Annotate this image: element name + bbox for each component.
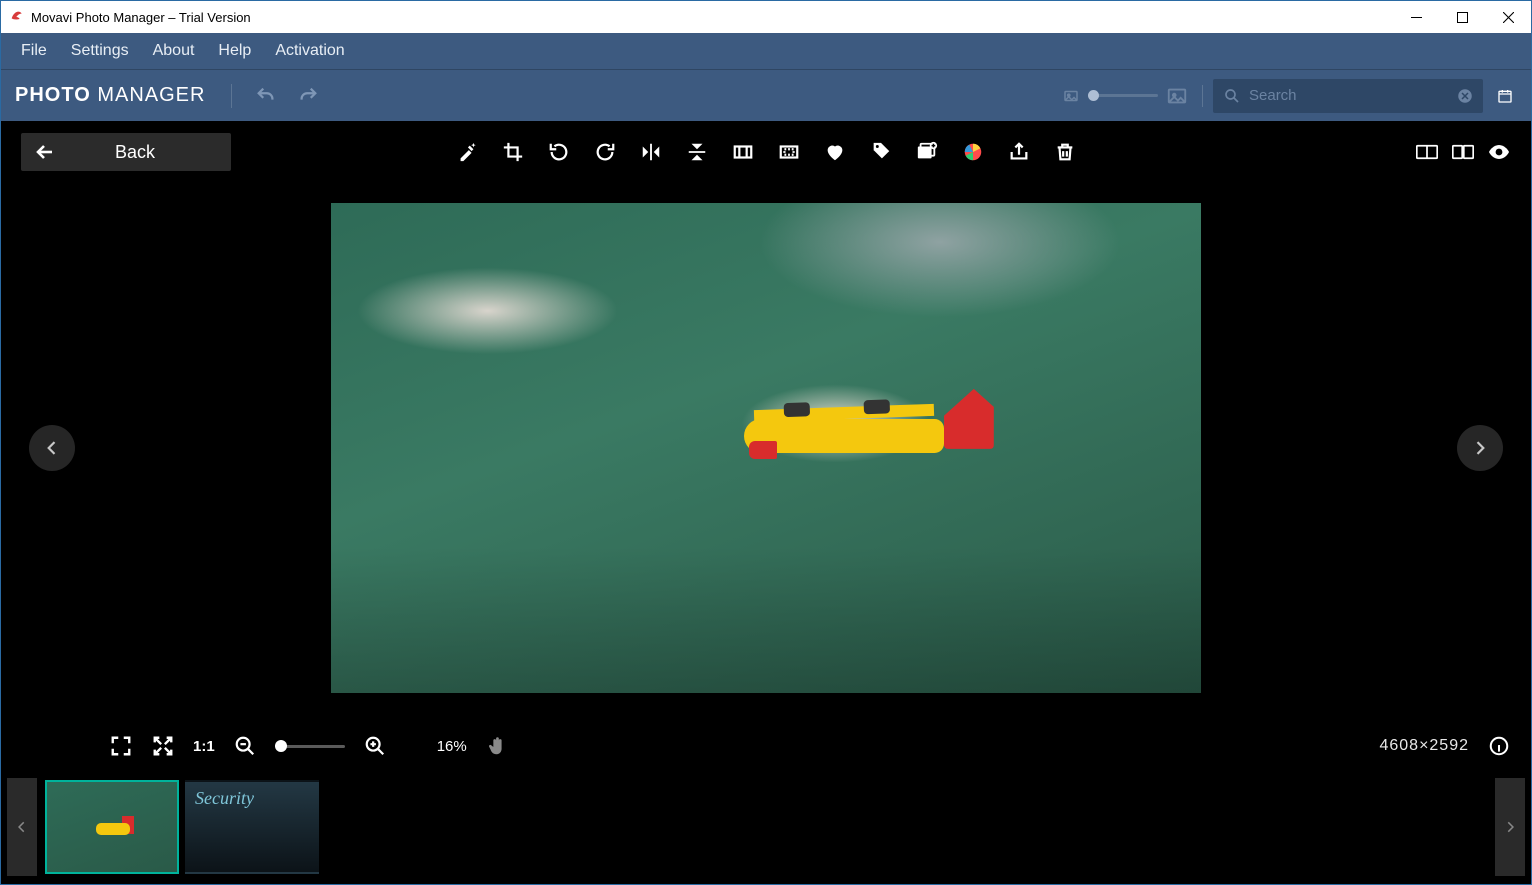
zoom-slider[interactable]: [275, 745, 345, 748]
brand-logo: PHOTO MANAGER: [15, 84, 205, 107]
before-after-icon[interactable]: [1415, 140, 1439, 164]
back-button[interactable]: Back: [21, 133, 231, 171]
tag-icon[interactable]: [869, 140, 893, 164]
filmstrip-next-button[interactable]: [1495, 778, 1525, 876]
brand-thin: MANAGER: [91, 84, 206, 106]
undo-button[interactable]: [254, 84, 278, 108]
menu-settings[interactable]: Settings: [59, 36, 141, 66]
thumbnail-security[interactable]: Security: [185, 780, 319, 874]
pan-hand-icon[interactable]: [485, 734, 509, 758]
photo-canvas[interactable]: [331, 203, 1201, 693]
clear-search-icon[interactable]: [1456, 87, 1474, 105]
info-icon[interactable]: [1487, 734, 1511, 758]
menu-help[interactable]: Help: [206, 36, 263, 66]
image-dimensions: 4608×2592: [1379, 737, 1469, 755]
auto-enhance-icon[interactable]: [455, 140, 479, 164]
thumbnail-airplane[interactable]: [45, 780, 179, 874]
fit-to-screen-icon[interactable]: [109, 734, 133, 758]
zoom-percent: 16%: [437, 738, 467, 755]
thumbnail-size-slider[interactable]: [1062, 85, 1203, 107]
search-icon: [1223, 87, 1241, 105]
search-box[interactable]: [1213, 79, 1483, 113]
compare-icon[interactable]: [1451, 140, 1475, 164]
rotate-left-icon[interactable]: [547, 140, 571, 164]
export-icon[interactable]: [1007, 140, 1031, 164]
preview-icon[interactable]: [1487, 140, 1511, 164]
add-to-album-icon[interactable]: [915, 140, 939, 164]
back-label: Back: [69, 142, 231, 163]
close-button[interactable]: [1485, 1, 1531, 33]
filmstrip-prev-button[interactable]: [7, 778, 37, 876]
flip-horizontal-icon[interactable]: [639, 140, 663, 164]
maximize-button[interactable]: [1439, 1, 1485, 33]
calendar-button[interactable]: [1493, 84, 1517, 108]
delete-icon[interactable]: [1053, 140, 1077, 164]
menubar: File Settings About Help Activation: [1, 33, 1531, 69]
window-title: Movavi Photo Manager – Trial Version: [31, 10, 251, 25]
crop-icon[interactable]: [501, 140, 525, 164]
rotate-right-icon[interactable]: [593, 140, 617, 164]
flip-vertical-icon[interactable]: [685, 140, 709, 164]
minimize-button[interactable]: [1393, 1, 1439, 33]
search-input[interactable]: [1249, 87, 1448, 104]
straighten-icon[interactable]: [777, 140, 801, 164]
zoom-out-icon[interactable]: [233, 734, 257, 758]
menu-file[interactable]: File: [9, 36, 59, 66]
editor-toolbar: [455, 140, 1077, 164]
edit-in-photo-editor-icon[interactable]: [961, 140, 985, 164]
zoom-in-icon[interactable]: [363, 734, 387, 758]
resize-icon[interactable]: [731, 140, 755, 164]
next-photo-button[interactable]: [1457, 425, 1503, 471]
fullscreen-icon[interactable]: [151, 734, 175, 758]
menu-about[interactable]: About: [141, 36, 207, 66]
titlebar: Movavi Photo Manager – Trial Version: [1, 1, 1531, 33]
prev-photo-button[interactable]: [29, 425, 75, 471]
thumbnail-security-label: Security: [195, 788, 254, 809]
app-icon: [9, 9, 25, 25]
favorite-icon[interactable]: [823, 140, 847, 164]
redo-button[interactable]: [296, 84, 320, 108]
back-arrow-icon: [21, 140, 69, 164]
menu-activation[interactable]: Activation: [263, 36, 356, 66]
brand-bold: PHOTO: [15, 84, 91, 106]
actual-size-label[interactable]: 1:1: [193, 738, 215, 755]
app-header: PHOTO MANAGER: [1, 69, 1531, 121]
